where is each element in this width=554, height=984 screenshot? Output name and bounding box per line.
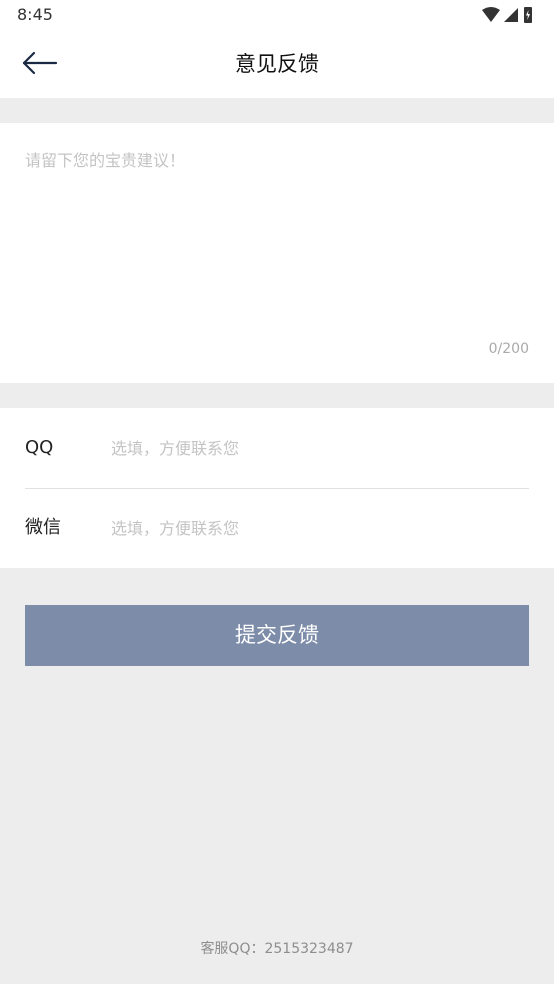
wechat-label: 微信 [25,517,61,538]
signal-icon [504,8,518,22]
status-bar: 8:45 [0,0,554,30]
header: 意见反馈 [0,30,554,98]
arrow-left-icon [22,51,58,75]
page-title: 意见反馈 [235,52,319,76]
submit-feedback-button[interactable]: 提交反馈 [25,605,529,666]
service-label: 客服QQ： [200,941,265,957]
feedback-card: 0/200 [0,123,554,383]
qq-label: QQ [25,437,54,458]
feedback-textarea[interactable] [25,147,529,337]
status-icons [482,7,532,23]
customer-service-qq: 客服QQ：2515323487 [0,938,554,958]
status-time: 8:45 [17,5,53,24]
battery-icon [524,7,532,23]
service-number: 2515323487 [264,941,354,957]
wifi-icon [482,7,500,22]
qq-row: QQ [25,408,529,489]
contact-card: QQ 微信 [0,408,554,568]
back-button[interactable] [14,44,66,84]
qq-input[interactable] [111,433,521,463]
char-counter: 0/200 [488,341,529,357]
wechat-row: 微信 [25,488,529,568]
wechat-input[interactable] [111,513,521,543]
